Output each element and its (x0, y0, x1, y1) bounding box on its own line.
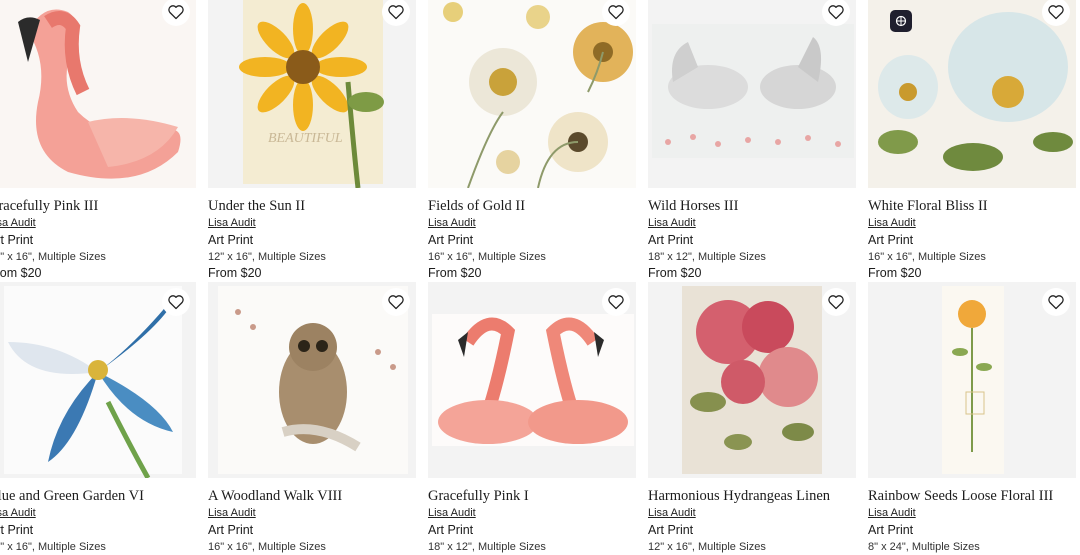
product-card[interactable]: Fields of Gold II Lisa Audit Art Print 1… (428, 0, 636, 282)
product-size: 8" x 24", Multiple Sizes (868, 541, 980, 553)
artist-link[interactable]: Lisa Audit (868, 506, 1076, 521)
product-image[interactable]: BEAUTIFUL (208, 0, 416, 188)
svg-text:BEAUTIFUL: BEAUTIFUL (268, 131, 343, 146)
product-title[interactable]: Under the Sun II (208, 198, 416, 215)
product-card[interactable]: Gracefully Pink I Lisa Audit Art Print 1… (428, 282, 636, 555)
product-card[interactable]: A Woodland Walk VIII Lisa Audit Art Prin… (208, 282, 416, 555)
product-size: 16" x 16", Multiple Sizes (868, 251, 986, 263)
product-card[interactable]: Blue and Green Garden VI Lisa Audit Art … (0, 282, 196, 555)
product-image[interactable] (428, 0, 636, 188)
product-image[interactable] (208, 282, 416, 478)
product-size: 16" x 16", Multiple Sizes (428, 251, 546, 263)
heart-icon (608, 5, 624, 20)
product-image[interactable] (868, 282, 1076, 478)
product-type: Art Print (428, 233, 474, 247)
sunflower-artwork: BEAUTIFUL (208, 0, 416, 188)
favorite-button[interactable] (1042, 288, 1070, 316)
heart-icon (608, 295, 624, 310)
favorite-button[interactable] (382, 288, 410, 316)
product-size: 12" x 16", Multiple Sizes (648, 541, 766, 553)
product-price: From $20 (868, 266, 922, 280)
product-title[interactable]: White Floral Bliss II (868, 198, 1076, 215)
floral-artwork (428, 0, 636, 188)
product-type: Art Print (428, 523, 474, 537)
product-type: Art Print (0, 523, 34, 537)
product-type: Art Print (868, 233, 914, 247)
product-size: 16" x 16", Multiple Sizes (208, 541, 326, 553)
flamingo-artwork (0, 0, 196, 188)
product-card[interactable]: White Floral Bliss II Lisa Audit Art Pri… (868, 0, 1076, 282)
favorite-button[interactable] (602, 288, 630, 316)
product-title[interactable]: Blue and Green Garden VI (0, 488, 196, 505)
artist-link[interactable]: Lisa Audit (428, 506, 636, 521)
favorite-button[interactable] (162, 288, 190, 316)
horses-artwork (648, 0, 856, 188)
ar-cube-icon (895, 15, 907, 27)
heart-icon (1048, 295, 1064, 310)
favorite-button[interactable] (822, 288, 850, 316)
product-title[interactable]: A Woodland Walk VIII (208, 488, 416, 505)
product-price: From $20 (0, 266, 42, 280)
product-card[interactable]: Gracefully Pink III Lisa Audit Art Print… (0, 0, 196, 282)
product-size: 16" x 16", Multiple Sizes (0, 251, 106, 263)
heart-icon (828, 5, 844, 20)
product-title[interactable]: Harmonious Hydrangeas Linen (648, 488, 856, 505)
product-price: From $20 (428, 266, 482, 280)
artist-link[interactable]: Lisa Audit (428, 216, 636, 231)
product-image[interactable] (0, 282, 196, 478)
heart-icon (168, 295, 184, 310)
artist-link[interactable]: Lisa Audit (648, 216, 856, 231)
product-title[interactable]: Fields of Gold II (428, 198, 636, 215)
product-image[interactable] (648, 282, 856, 478)
product-card[interactable]: Rainbow Seeds Loose Floral III Lisa Audi… (868, 282, 1076, 555)
product-title[interactable]: Wild Horses III (648, 198, 856, 215)
product-size: 18" x 12", Multiple Sizes (648, 251, 766, 263)
artist-link[interactable]: Lisa Audit (208, 216, 416, 231)
artist-link[interactable]: Lisa Audit (868, 216, 1076, 231)
product-image[interactable] (868, 0, 1076, 188)
product-type: Art Print (208, 233, 254, 247)
product-type: Art Print (648, 233, 694, 247)
product-card[interactable]: BEAUTIFUL Under the Sun II Lisa Audit Ar… (208, 0, 416, 282)
product-price: From $20 (648, 266, 702, 280)
product-type: Art Print (0, 233, 34, 247)
product-card[interactable]: Harmonious Hydrangeas Linen Lisa Audit A… (648, 282, 856, 555)
product-size: 18" x 12", Multiple Sizes (428, 541, 546, 553)
artist-link[interactable]: Lisa Audit (0, 506, 196, 521)
product-image[interactable] (428, 282, 636, 478)
product-title[interactable]: Rainbow Seeds Loose Floral III (868, 488, 1076, 505)
product-image[interactable] (0, 0, 196, 188)
artist-link[interactable]: Lisa Audit (0, 216, 196, 231)
product-title[interactable]: Gracefully Pink I (428, 488, 636, 505)
product-card[interactable]: Wild Horses III Lisa Audit Art Print 18"… (648, 0, 856, 282)
product-price: From $20 (208, 266, 262, 280)
heart-icon (388, 5, 404, 20)
product-size: 12" x 16", Multiple Sizes (208, 251, 326, 263)
heart-icon (1048, 5, 1064, 20)
product-title[interactable]: Gracefully Pink III (0, 198, 196, 215)
heart-icon (828, 295, 844, 310)
product-type: Art Print (208, 523, 254, 537)
ar-view-icon[interactable] (890, 10, 912, 32)
product-size: 16" x 16", Multiple Sizes (0, 541, 106, 553)
heart-icon (388, 295, 404, 310)
product-image[interactable] (648, 0, 856, 188)
product-type: Art Print (648, 523, 694, 537)
artist-link[interactable]: Lisa Audit (648, 506, 856, 521)
artist-link[interactable]: Lisa Audit (208, 506, 416, 521)
product-type: Art Print (868, 523, 914, 537)
heart-icon (168, 5, 184, 20)
